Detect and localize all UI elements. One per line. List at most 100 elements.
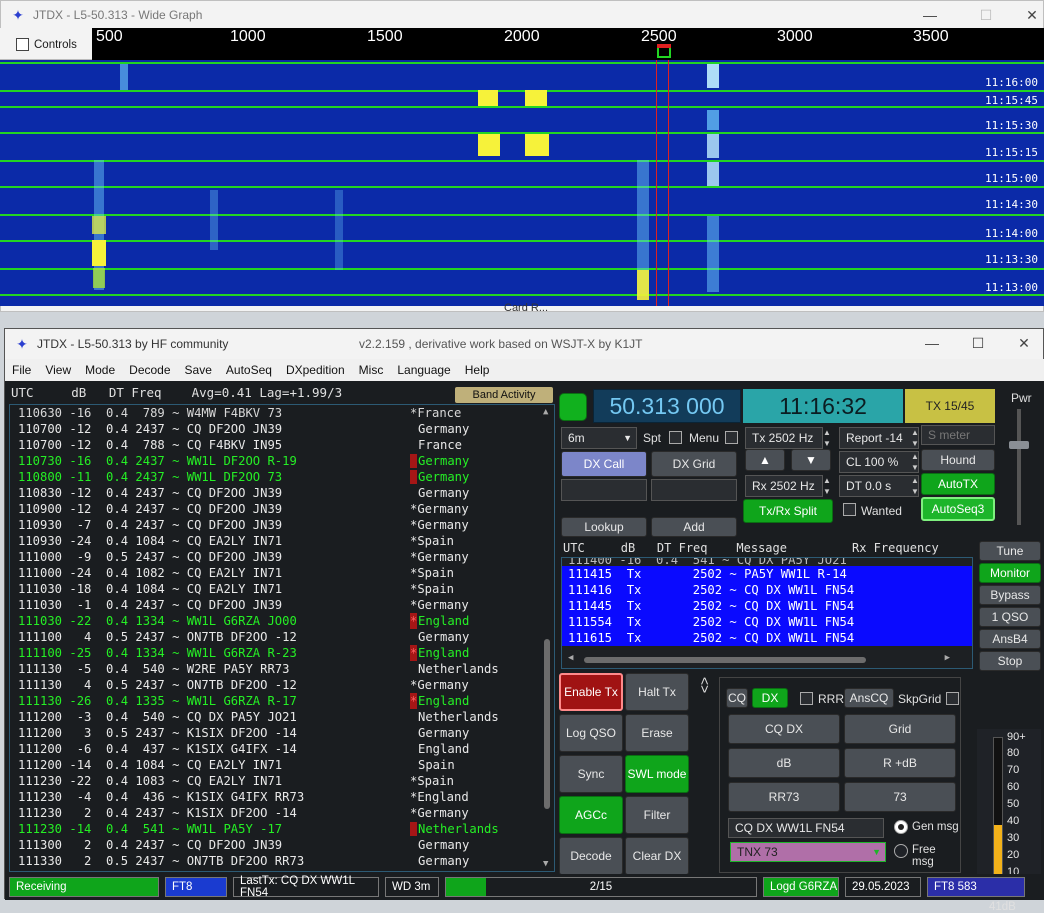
decode-row[interactable]: 111200 3 0.5 2437 ~ K1SIX DF2OO -14 Germa… (10, 725, 554, 741)
gen-msg-radio[interactable] (894, 820, 908, 834)
rx-row[interactable]: 111415 Tx 2502 ~ PA5Y WW1L R-14 (562, 566, 972, 582)
decode-row[interactable]: 111000 -24 0.4 1082 ~ CQ EA2LY IN71 *Spai… (10, 565, 554, 581)
decode-row[interactable]: 111130 -26 0.4 1335 ~ WW1L G6RZA R-17 * En… (10, 693, 554, 709)
freq-up-button[interactable]: ▲ (745, 449, 785, 471)
scrollbar-thumb[interactable] (544, 639, 550, 809)
report-field[interactable]: Report -14 (839, 427, 919, 449)
minimize-button[interactable]: — (907, 1, 953, 29)
dx-toggle[interactable]: DX (752, 688, 788, 708)
decode-row[interactable]: 111130 -5 0.4 540 ~ W2RE PA5Y RR73 Nether… (10, 661, 554, 677)
monitor-button[interactable]: Monitor (979, 563, 1041, 583)
gen-msg-input[interactable]: CQ DX WW1L FN54 (728, 818, 884, 838)
menu-autoseq[interactable]: AutoSeq (219, 363, 279, 377)
decode-row[interactable]: 111300 2 0.4 2437 ~ CQ DF2OO JN39 Germany (10, 837, 554, 853)
clear-dx-button[interactable]: Clear DX (625, 837, 689, 875)
agcc-button[interactable]: AGCc (559, 796, 623, 834)
controls-toggle[interactable]: Controls (0, 28, 92, 60)
scroll-right-icon[interactable]: ▶ (945, 653, 950, 663)
rx-row[interactable]: 111615 Tx 2502 ~ CQ DX WW1L FN54 (562, 630, 972, 646)
menu-help[interactable]: Help (458, 363, 497, 377)
autotx-button[interactable]: AutoTX (921, 473, 995, 495)
decode-row[interactable]: 111100 -25 0.4 1334 ~ WW1L G6RZA R-23 * En… (10, 645, 554, 661)
anscq-button[interactable]: AnsCQ (844, 688, 894, 708)
decode-row[interactable]: 110730 -16 0.4 2437 ~ WW1L DF2OO R-19 Ger… (10, 453, 554, 469)
band-activity-list[interactable]: 110630 -16 0.4 789 ~ W4MW F4BKV 73 *Franc… (9, 404, 555, 872)
menu-view[interactable]: View (38, 363, 78, 377)
add-button[interactable]: Add (651, 517, 737, 537)
menu-file[interactable]: File (5, 363, 38, 377)
cq-dx-button[interactable]: CQ DX (728, 714, 840, 744)
free-msg-input[interactable]: TNX 73 ▼ (730, 842, 886, 862)
tx-rx-split-button[interactable]: Tx/Rx Split (743, 499, 833, 523)
menu-misc[interactable]: Misc (352, 363, 391, 377)
rx-row[interactable]: 111445 Tx 2502 ~ CQ DX WW1L FN54 (562, 598, 972, 614)
free-msg-radio[interactable] (894, 844, 908, 858)
decode-row[interactable]: 110830 -12 0.4 2437 ~ CQ DF2OO JN39 Germa… (10, 485, 554, 501)
decode-row[interactable]: 111030 -18 0.4 1084 ~ CQ EA2LY IN71 *Spai… (10, 581, 554, 597)
decode-row[interactable]: 111000 -9 0.5 2437 ~ CQ DF2OO JN39 *Germa… (10, 549, 554, 565)
close-button[interactable]: ✕ (1009, 1, 1044, 29)
maximize-button[interactable]: ☐ (955, 329, 1001, 357)
chevron-down-icon[interactable]: ▼ (872, 847, 881, 857)
seventy-three-button[interactable]: 73 (844, 782, 956, 812)
band-selector[interactable]: 6m ▼ (561, 427, 637, 449)
waterfall-display[interactable]: 11:16:00 11:15:45 11:15:30 11:15:15 11:1… (0, 60, 1044, 306)
decode-row[interactable]: 110800 -11 0.4 2437 ~ WW1L DF2OO 73 Germa… (10, 469, 554, 485)
controls-checkbox[interactable] (16, 38, 29, 51)
decode-scrollbar[interactable]: ▲ ▼ (542, 407, 552, 869)
dx-grid-button[interactable]: DX Grid (651, 451, 737, 477)
ansb4-button[interactable]: AnsB4 (979, 629, 1041, 649)
r-db-button[interactable]: R +dB (844, 748, 956, 778)
tx-period-button[interactable]: TX 15/45 (905, 389, 995, 423)
decode-row[interactable]: 111100 4 0.5 2437 ~ ON7TB DF2OO -12 Germa… (10, 629, 554, 645)
decode-row[interactable]: 111330 2 0.5 2437 ~ ON7TB DF2OO RR73 Germ… (10, 853, 554, 869)
decode-row[interactable]: 110700 -12 0.4 2437 ~ CQ DF2OO JN39 Germa… (10, 421, 554, 437)
decode-row[interactable]: 110900 -12 0.4 2437 ~ CQ DF2OO JN39 *Germ… (10, 501, 554, 517)
decode-row[interactable]: 110930 -24 0.4 1084 ~ CQ EA2LY IN71 *Spai… (10, 533, 554, 549)
rx-frequency-list[interactable]: 111400 -16 0.4 541 ~ CQ DX PA5Y JO21 111… (561, 557, 973, 669)
menu-dxpedition[interactable]: DXpedition (279, 363, 352, 377)
decode-row[interactable]: 111200 -14 0.4 1084 ~ CQ EA2LY IN71 Spain (10, 757, 554, 773)
swl-mode-button[interactable]: SWL mode (625, 755, 689, 793)
menu-save[interactable]: Save (178, 363, 219, 377)
cq-toggle[interactable]: CQ (726, 688, 748, 708)
rr73-button[interactable]: RR73 (728, 782, 840, 812)
filter-button[interactable]: Filter (625, 796, 689, 834)
menu-language[interactable]: Language (390, 363, 457, 377)
log-qso-button[interactable]: Log QSO (559, 714, 623, 752)
dx-call-input[interactable] (561, 479, 647, 501)
decode-row[interactable]: 110930 -7 0.4 2437 ~ CQ DF2OO JN39 *Germa… (10, 517, 554, 533)
dt-field[interactable]: DT 0.0 s (839, 475, 919, 497)
bypass-button[interactable]: Bypass (979, 585, 1041, 605)
decode-row[interactable]: 111230 -14 0.4 541 ~ WW1L PA5Y -17 Nether… (10, 821, 554, 837)
tune-button[interactable]: Tune (979, 541, 1041, 561)
tx-frequency-marker[interactable] (657, 44, 671, 48)
decode-row[interactable]: 111130 4 0.5 2437 ~ ON7TB DF2OO -12 *Germ… (10, 677, 554, 693)
scroll-down-icon[interactable]: ▼ (543, 859, 548, 869)
autoseq-button[interactable]: AutoSeq3 (921, 497, 995, 521)
decode-row[interactable]: 111230 -4 0.4 436 ~ K1SIX G4IFX RR73 *Eng… (10, 789, 554, 805)
enable-tx-button[interactable]: Enable Tx (559, 673, 623, 711)
tx-spin-icon[interactable]: ▲ ▼ (823, 427, 835, 449)
decode-row[interactable]: 111230 2 0.4 2437 ~ K1SIX DF2OO -14 *Germ… (10, 805, 554, 821)
minimize-button[interactable]: — (909, 329, 955, 357)
rx-row[interactable]: 111554 Tx 2502 ~ CQ DX WW1L FN54 (562, 614, 972, 630)
close-button[interactable]: ✕ (1001, 329, 1044, 357)
decode-row[interactable]: 110700 -12 0.4 788 ~ CQ F4BKV IN95 France (10, 437, 554, 453)
wanted-checkbox[interactable] (843, 503, 856, 516)
hound-button[interactable]: Hound (921, 449, 995, 471)
rx-spin-icon[interactable]: ▲ ▼ (823, 475, 835, 497)
grid-button[interactable]: Grid (844, 714, 956, 744)
pwr-slider-handle[interactable] (1009, 441, 1029, 449)
decode-row[interactable]: 111200 -3 0.4 540 ~ CQ DX PA5Y JO21 Nethe… (10, 709, 554, 725)
spt-checkbox[interactable] (669, 431, 682, 444)
stop-button[interactable]: Stop (979, 651, 1041, 671)
cl-field[interactable]: CL 100 % (839, 451, 919, 473)
dx-grid-input[interactable] (651, 479, 737, 501)
scroll-up-icon[interactable]: ▲ (543, 407, 548, 417)
decode-row[interactable]: 111030 -22 0.4 1334 ~ WW1L G6RZA JO00 * En… (10, 613, 554, 629)
decode-row[interactable]: 111030 -1 0.4 2437 ~ CQ DF2OO JN39 *Germa… (10, 597, 554, 613)
menu-decode[interactable]: Decode (122, 363, 177, 377)
scroll-left-icon[interactable]: ◀ (568, 653, 573, 663)
rx-hscroll-thumb[interactable] (584, 657, 866, 663)
